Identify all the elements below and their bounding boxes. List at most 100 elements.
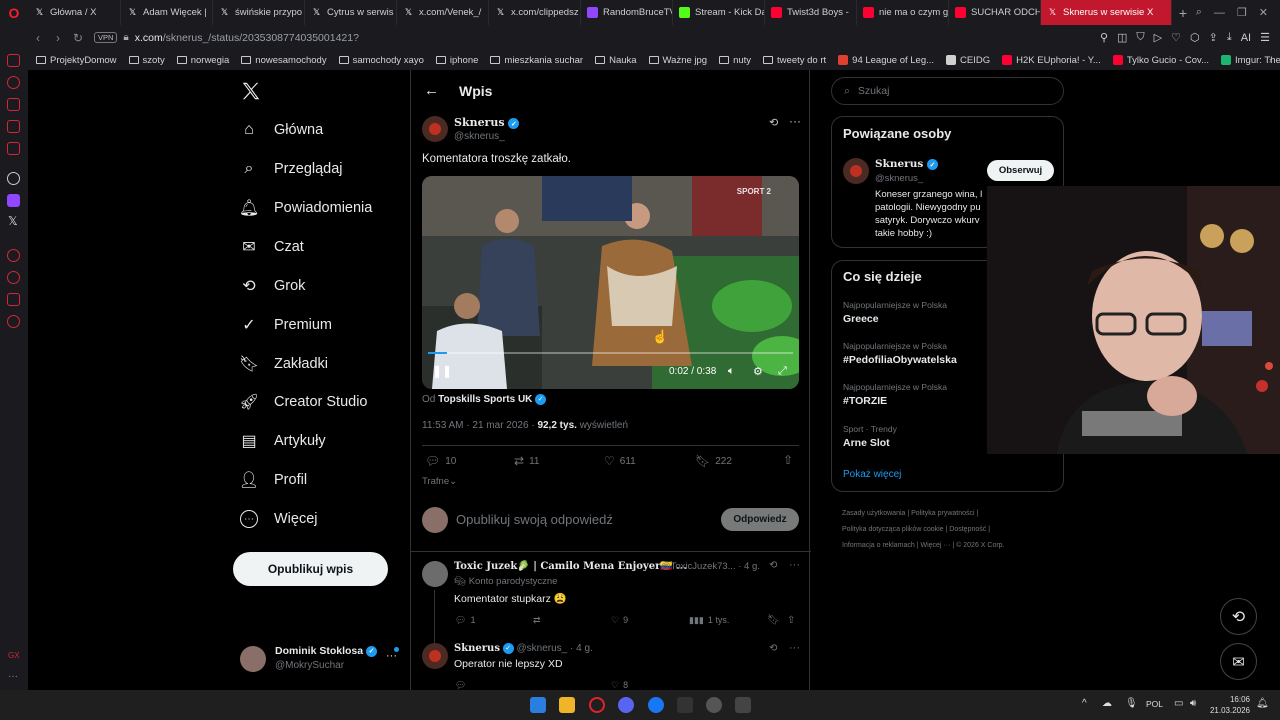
bookmark-icon[interactable]: 🔖︎ <box>767 615 780 626</box>
reply-more-icon[interactable]: ··· <box>789 559 800 571</box>
close-window-icon[interactable]: ✕ <box>1259 6 1268 19</box>
bookmarks-overflow-icon[interactable]: › <box>1269 55 1272 66</box>
new-tab-button[interactable]: + <box>1172 0 1194 25</box>
mail-sidebar-icon[interactable] <box>7 142 20 155</box>
tab-6[interactable]: 𝕏x.com/clippedsz <box>489 0 581 25</box>
tab-5[interactable]: 𝕏x.com/Venek_/ <box>397 0 489 25</box>
reply-views-action[interactable]: ▮▮▮ 1 tys. <box>689 615 729 626</box>
clock-icon[interactable] <box>7 271 20 284</box>
footer-link[interactable]: Polityka dotycząca plików cookie <box>842 526 944 533</box>
tab-4[interactable]: 𝕏 Cytrus w serwis <box>305 0 397 25</box>
opera-gx-icon[interactable] <box>589 697 605 713</box>
reply-action[interactable]: 💬︎ 10 <box>425 454 456 468</box>
reply-avatar[interactable] <box>422 561 448 587</box>
bookmark-item[interactable]: Nauka <box>595 55 637 66</box>
x-logo-icon[interactable] <box>240 80 262 102</box>
trend-item[interactable]: Sport · Trendy Arne Slot <box>843 424 897 449</box>
bookmark-item[interactable]: 94 League of Leg... <box>838 55 934 66</box>
bookmark-action[interactable]: 🔖︎ 222 <box>695 454 732 468</box>
related-avatar[interactable] <box>843 158 869 184</box>
forward-icon[interactable]: › <box>48 31 68 45</box>
related-handle[interactable]: @sknerus_ <box>875 173 923 184</box>
grok-explain-icon[interactable]: ⟲ <box>769 560 777 571</box>
tweet-timestamp[interactable]: 11:53 AM · 21 mar 2026 · <box>422 420 535 431</box>
tab-1[interactable]: 𝕏 Główna / X <box>28 0 121 25</box>
reply-author-handle[interactable]: @ToxicJuzek73... <box>661 561 736 572</box>
maximize-icon[interactable]: ❐ <box>1237 6 1247 19</box>
bookmark-item[interactable]: samochody xayo <box>338 55 424 66</box>
aria-icon[interactable]: AI <box>1241 32 1251 44</box>
sort-dropdown[interactable]: Trafne⌄ <box>422 476 457 487</box>
tray-chevron-icon[interactable]: ^ <box>1082 698 1087 709</box>
footer-link[interactable]: Dostępność <box>949 526 986 533</box>
bookmark-item[interactable]: CEIDG <box>946 55 990 66</box>
bookmark-item[interactable]: iphone <box>435 55 478 66</box>
extensions-icon[interactable]: ⬡ <box>1190 31 1200 44</box>
nav-item-powiadomienia[interactable]: 🔔︎ Powiadomienia <box>239 199 373 217</box>
grok-explain-icon[interactable]: ⟲ <box>769 643 777 654</box>
language-indicator[interactable]: POL <box>1146 699 1163 709</box>
flow-icon[interactable] <box>7 76 20 89</box>
settings-sidebar-icon[interactable] <box>7 315 20 328</box>
bookmark-item[interactable]: nuty <box>719 55 751 66</box>
grok-explain-icon[interactable]: ⟲ <box>769 116 778 129</box>
search-tabs-icon[interactable]: ⌕ <box>1196 6 1202 19</box>
tab-3[interactable]: 𝕏świńskie przypo <box>213 0 305 25</box>
history-icon[interactable] <box>7 249 20 262</box>
account-switcher[interactable]: Dominik Stoklosa ✓ @MokrySuchar ··· <box>240 644 405 674</box>
nav-item-premium[interactable]: ✓ Premium <box>240 316 332 334</box>
nav-item-przeglądaj[interactable]: ⌕ Przeglądaj <box>240 160 343 178</box>
author-name[interactable]: Sknerus <box>454 116 505 129</box>
obs-icon[interactable] <box>706 697 722 713</box>
aria-sidebar-icon[interactable] <box>7 98 20 111</box>
footer-link[interactable]: Zasady użytkowania <box>842 510 905 517</box>
sidebar-more-icon[interactable]: ··· <box>8 671 18 682</box>
footer-link[interactable]: Więcej ··· <box>920 542 950 549</box>
trend-item[interactable]: Najpopularniejsze w Polska Greece <box>843 300 947 325</box>
tab-12[interactable]: 𝕏 Sknerus w serwisie X <box>1041 0 1172 25</box>
nav-item-profil[interactable]: 👤︎ Profil <box>239 471 307 489</box>
reply-more-icon[interactable]: ··· <box>789 642 800 654</box>
back-arrow-icon[interactable]: ← <box>424 82 439 99</box>
reload-icon[interactable]: ↻ <box>68 31 88 45</box>
nav-item-artykuły[interactable]: ▤ Artykuły <box>240 432 325 450</box>
tab-2[interactable]: 𝕏 Adam Więcek | <box>121 0 213 25</box>
bookmark-item[interactable]: norwegia <box>176 55 229 66</box>
reply-input[interactable]: Opublikuj swoją odpowiedź <box>456 512 613 527</box>
bookmark-item[interactable]: ProjektyDomow <box>36 55 117 66</box>
extensions-sidebar-icon[interactable] <box>7 293 20 306</box>
snapshot-icon[interactable]: ◫ <box>1117 31 1127 44</box>
like-action[interactable]: ♡ 611 <box>604 454 636 468</box>
back-icon[interactable]: ‹ <box>28 31 48 45</box>
chatgpt-icon[interactable] <box>7 172 20 185</box>
download-icon[interactable]: ⤓ <box>1227 31 1232 44</box>
tab-8[interactable]: Stream - Kick Da <box>673 0 765 25</box>
url-field[interactable]: x.com/sknerus_/status/203530877403500142… <box>135 32 359 44</box>
reply-retweet-action[interactable]: ⇄ <box>533 615 545 626</box>
reply-avatar[interactable] <box>422 643 448 669</box>
reply-like-action[interactable]: ♡ 9 <box>611 615 628 626</box>
nav-item-główna[interactable]: ⌂ Główna <box>240 121 323 139</box>
video-settings-icon[interactable]: ⚙ <box>753 365 763 378</box>
messenger-icon[interactable] <box>7 54 20 67</box>
tab-9[interactable]: Twist3d Boys - <box>765 0 857 25</box>
clock[interactable]: 16:06 21.03.2026 <box>1208 694 1250 716</box>
reply-button[interactable]: Odpowiedz <box>721 508 799 531</box>
search-input[interactable]: ⌕ Szukaj <box>831 77 1064 105</box>
grok-float-icon[interactable]: ⟲ <box>1220 598 1257 635</box>
trend-item[interactable]: Najpopularniejsze w Polska #TORZIE <box>843 382 947 407</box>
nav-item-więcej[interactable]: ⋯ Więcej <box>240 510 318 528</box>
video-player[interactable]: SPORT 2 ❚❚ 0:02 / 0:38 🔈︎ ⚙ ⤢ ☝ <box>422 176 799 389</box>
opera-logo-icon[interactable]: O <box>0 0 28 25</box>
fullscreen-icon[interactable]: ⤢ <box>778 365 787 378</box>
post-button[interactable]: Opublikuj wpis <box>233 552 388 586</box>
reply-author-name[interactable]: Toxic Juzek🥬 | Camilo Mena Enjoyer🇨🇴 ... <box>454 561 687 572</box>
footer-link[interactable]: Polityka prywatności <box>911 510 974 517</box>
facebook-icon[interactable] <box>648 697 664 713</box>
start-icon[interactable] <box>530 697 546 713</box>
bookmark-item[interactable]: mieszkania suchar <box>490 55 583 66</box>
tab-11[interactable]: SUCHAR ODCH <box>949 0 1041 25</box>
reply-age[interactable]: · 4 g. <box>570 643 593 654</box>
trend-item[interactable]: Najpopularniejsze w Polska #PedofiliaObyw… <box>843 341 957 366</box>
reply-reply-action[interactable]: 💬︎ 1 <box>455 615 475 626</box>
